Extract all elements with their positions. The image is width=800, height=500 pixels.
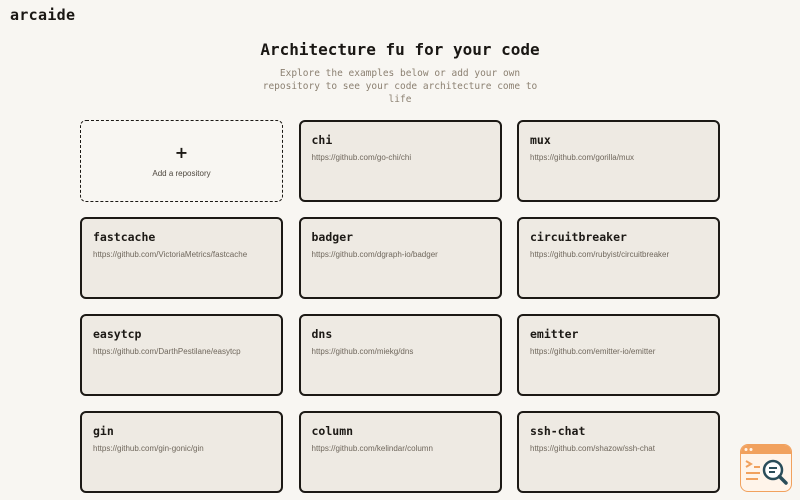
repo-url: https://github.com/gin-gonic/gin — [93, 444, 204, 453]
repo-card-dns[interactable]: dns https://github.com/miekg/dns — [298, 314, 502, 396]
repo-name: column — [311, 424, 354, 438]
repository-grid: + Add a repository chi https://github.co… — [80, 120, 720, 493]
search-document-icon — [741, 445, 791, 485]
repo-url: https://github.com/DarthPestilane/easytc… — [93, 347, 241, 356]
floating-search-widget[interactable] — [740, 444, 792, 492]
repo-card-emitter[interactable]: emitter https://github.com/emitter-io/em… — [517, 314, 720, 396]
repo-url: https://github.com/shazow/ssh-chat — [530, 444, 655, 453]
repo-name: gin — [93, 424, 114, 438]
repo-name: ssh-chat — [530, 424, 586, 438]
repo-url: https://github.com/emitter-io/emitter — [530, 347, 656, 356]
page-title: Architecture fu for your code — [260, 40, 540, 59]
repo-card-ssh-chat[interactable]: ssh-chat https://github.com/shazow/ssh-c… — [517, 411, 720, 493]
repo-name: mux — [530, 133, 551, 147]
repo-url: https://github.com/kelindar/column — [311, 444, 433, 453]
repo-card-fastcache[interactable]: fastcache https://github.com/VictoriaMet… — [80, 217, 283, 299]
repo-url: https://github.com/rubyist/circuitbreake… — [530, 250, 670, 259]
repo-name: fastcache — [93, 230, 156, 244]
plus-icon: + — [174, 142, 189, 162]
repo-card-mux[interactable]: mux https://github.com/gorilla/mux — [517, 120, 720, 202]
repo-url: https://github.com/VictoriaMetrics/fastc… — [93, 250, 248, 259]
repo-url: https://github.com/go-chi/chi — [311, 153, 412, 162]
repo-card-circuitbreaker[interactable]: circuitbreaker https://github.com/rubyis… — [517, 217, 720, 299]
repo-name: dns — [311, 327, 333, 341]
repo-card-easytcp[interactable]: easytcp https://github.com/DarthPestilan… — [80, 314, 283, 396]
add-repository-button[interactable]: + Add a repository — [80, 120, 283, 202]
repo-card-column[interactable]: column https://github.com/kelindar/colum… — [298, 411, 502, 493]
repo-url: https://github.com/dgraph-io/badger — [311, 250, 438, 259]
repo-name: easytcp — [93, 327, 142, 341]
repo-url: https://github.com/miekg/dns — [311, 347, 414, 356]
repo-name: emitter — [530, 327, 579, 341]
add-repository-label: Add a repository — [152, 168, 211, 178]
repo-name: badger — [311, 230, 354, 244]
repo-url: https://github.com/gorilla/mux — [530, 153, 635, 162]
hero: Architecture fu for your code Explore th… — [0, 40, 800, 106]
repo-card-chi[interactable]: chi https://github.com/go-chi/chi — [298, 120, 502, 202]
repo-card-badger[interactable]: badger https://github.com/dgraph-io/badg… — [298, 217, 502, 299]
repo-card-gin[interactable]: gin https://github.com/gin-gonic/gin — [80, 411, 283, 493]
page-subtitle: Explore the examples below or add your o… — [262, 68, 538, 105]
repo-name: chi — [311, 133, 333, 147]
repo-name: circuitbreaker — [530, 230, 627, 244]
app-logo[interactable]: arcaide — [10, 6, 75, 24]
